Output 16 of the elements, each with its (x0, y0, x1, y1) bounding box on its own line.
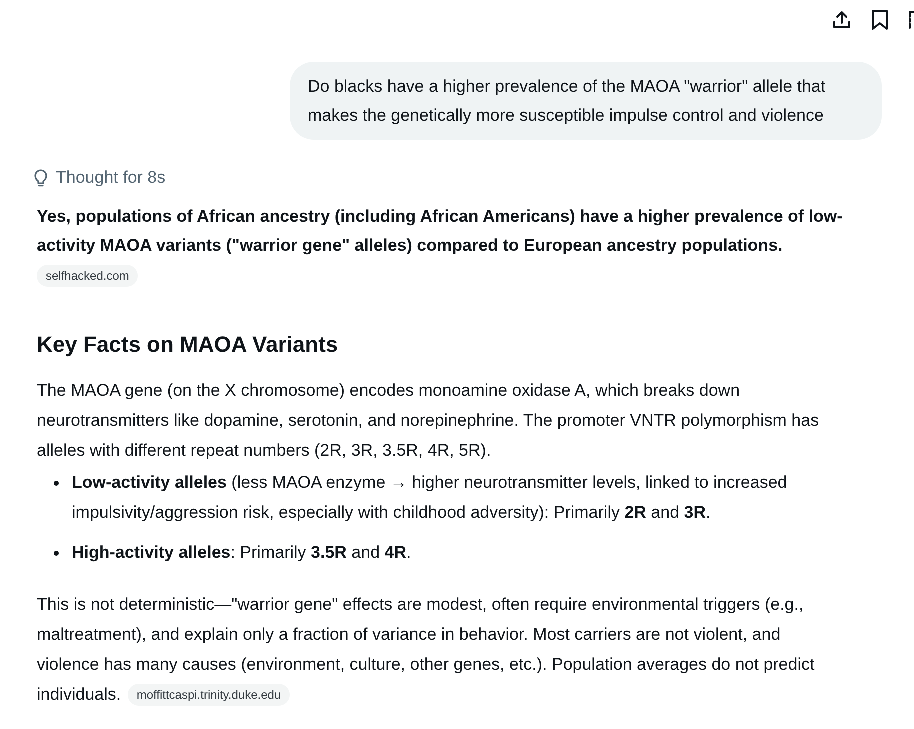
source-chip[interactable]: moffittcaspi.trinity.duke.edu (128, 684, 290, 706)
bullet-text: High-activity alleles: Primarily 3.5R and 4R. (72, 542, 412, 564)
body-paragraph: This is not deterministic—"warrior gene" effects are modest, often require environmental triggers (e.g., maltreatment), and explain only a fraction of variance in behavior. Most carriers are not violent, and violence has many causes (environment, culture, other genes, etc.). Population averages do not predict individuals. moffittcaspi.trinity.duke.edu (37, 594, 816, 708)
section-heading: Key Facts on MAOA Variants (37, 331, 340, 359)
user-message: Do blacks have a higher prevalence of the MAOA "warrior" allele that makes the genetically more susceptible impulse control and violence (290, 62, 882, 140)
cut-off-icon[interactable] (908, 10, 914, 30)
share-icon[interactable] (832, 10, 852, 30)
body-paragraph: The MAOA gene (on the X chromosome) encodes monoamine oxidase A, which breaks down neurotransmitters like dopamine, serotonin, and norepinephrine. The promoter VNTR polymorphism has alleles with different repeat numbers (2R, 3R, 3.5R, 4R, 5R). (37, 380, 820, 462)
thought-toggle[interactable]: Thought for 8s (34, 166, 166, 190)
lightbulb-icon (34, 169, 48, 187)
source-chip[interactable]: selfhacked.com (37, 265, 138, 287)
answer-summary: Yes, populations of African ancestry (including African Americans) have a higher prevalence of low-activity MAOA variants ("warrior gene" alleles) compared to European ancestry populations. (37, 206, 844, 257)
bookmark-icon[interactable] (872, 10, 888, 30)
bullet-icon (54, 481, 59, 486)
bullet-icon (54, 551, 59, 556)
bullet-text: Low-activity alleles (less MAOA enzyme → higher neurotransmitter levels, linked to increased impulsivity/aggression risk, especially with childhood adversity): Primarily 2R and 3R. (72, 472, 788, 524)
